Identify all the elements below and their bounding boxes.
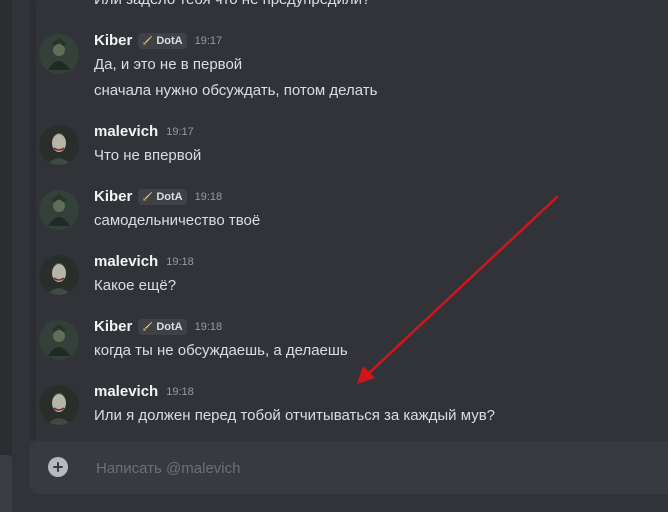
timestamp[interactable]: 19:17 <box>195 35 223 47</box>
avatar-malevich[interactable] <box>39 385 79 425</box>
author-name[interactable]: malevich <box>94 253 158 270</box>
scrollbar-track[interactable] <box>30 0 36 440</box>
sword-icon <box>142 191 153 201</box>
timestamp[interactable]: 19:18 <box>195 191 223 203</box>
author-name[interactable]: malevich <box>94 383 158 400</box>
message-text: Или задело тебя что не предупредили? <box>94 0 370 8</box>
avatar-malevich[interactable] <box>39 125 79 165</box>
timestamp[interactable]: 19:18 <box>166 386 194 398</box>
message-text: Что не впервой <box>94 147 202 164</box>
author-name[interactable]: malevich <box>94 123 158 140</box>
avatar-kiber[interactable] <box>39 190 79 230</box>
message-text: Да, и это не в первой <box>94 56 243 73</box>
message-text: Какое ещё? <box>94 277 177 294</box>
timestamp[interactable]: 19:18 <box>195 321 223 333</box>
author-name[interactable]: Kiber <box>94 188 132 205</box>
message-list: Или задело тебя что не предупредили? Kib… <box>12 0 668 440</box>
avatar-kiber[interactable] <box>39 34 79 74</box>
timestamp[interactable]: 19:17 <box>166 126 194 138</box>
message-text: когда ты не обсуждаешь, а делаешь <box>94 342 348 359</box>
role-tag-label: DotA <box>156 34 183 47</box>
avatar-kiber[interactable] <box>39 320 79 360</box>
left-sidebar-edge <box>0 0 12 512</box>
role-tag[interactable]: DotA <box>138 32 187 49</box>
role-tag-label: DotA <box>156 320 183 333</box>
avatar-malevich[interactable] <box>39 255 79 295</box>
message-text: сначала нужно обсуждать, потом делать <box>94 82 378 99</box>
role-tag[interactable]: DotA <box>138 188 187 205</box>
role-tag[interactable]: DotA <box>138 318 187 335</box>
timestamp[interactable]: 19:18 <box>166 256 194 268</box>
sword-icon <box>142 321 153 331</box>
message-input[interactable] <box>94 453 658 483</box>
author-name[interactable]: Kiber <box>94 318 132 335</box>
message-text: Или я должен перед тобой отчитываться за… <box>94 407 496 424</box>
role-tag-label: DotA <box>156 190 183 203</box>
plus-circle-icon[interactable] <box>48 457 68 477</box>
left-sidebar-scroll[interactable] <box>0 455 12 512</box>
sword-icon <box>142 35 153 45</box>
message-text: самодельничество твоё <box>94 212 261 229</box>
message-composer <box>30 441 668 494</box>
author-name[interactable]: Kiber <box>94 32 132 49</box>
